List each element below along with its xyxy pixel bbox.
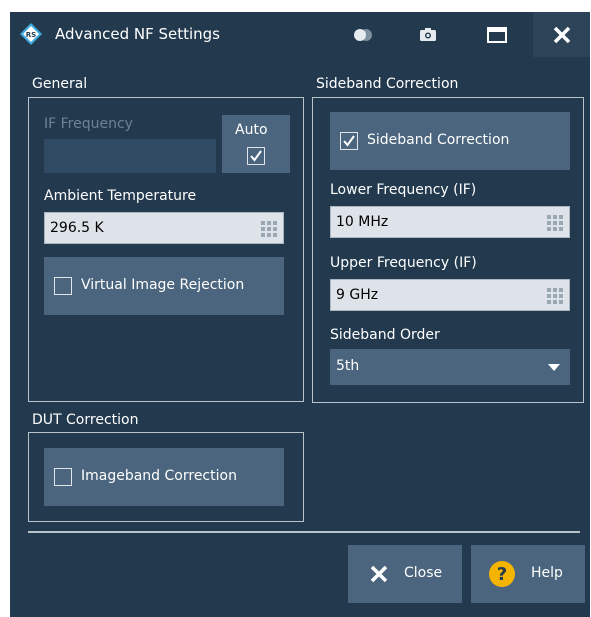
help-icon: ? <box>489 561 515 587</box>
virtual-image-rejection-checkbox[interactable] <box>54 277 72 295</box>
ambient-temperature-label: Ambient Temperature <box>44 188 197 204</box>
auto-label: Auto <box>235 122 268 138</box>
lower-frequency-label: Lower Frequency (IF) <box>330 182 477 198</box>
auto-toggle-button[interactable]: Auto <box>222 115 290 173</box>
chevron-down-icon <box>548 364 560 371</box>
keypad-icon[interactable] <box>547 288 563 304</box>
dut-section-label: DUT Correction <box>32 412 139 428</box>
general-section-label: General <box>32 76 88 92</box>
ambient-temperature-input[interactable]: 296.5 K <box>44 212 284 244</box>
if-frequency-label: IF Frequency <box>44 116 133 132</box>
keypad-icon[interactable] <box>261 221 277 237</box>
close-icon <box>370 565 388 583</box>
close-icon <box>553 26 570 43</box>
svg-text:RS: RS <box>26 31 36 39</box>
checkmark-icon <box>343 135 355 147</box>
sideband-order-select[interactable]: 5th <box>330 349 570 385</box>
toggle-icon <box>354 28 372 41</box>
sideband-section-label: Sideband Correction <box>316 76 459 92</box>
checkmark-icon <box>250 150 262 162</box>
help-button[interactable]: ? Help <box>471 545 585 603</box>
camera-icon <box>420 28 436 41</box>
footer-divider <box>28 531 580 533</box>
imageband-correction-label: Imageband Correction <box>81 468 237 484</box>
dialog-window: RS Advanced NF Settings General IF Frequ… <box>10 12 590 617</box>
maximize-button[interactable] <box>479 12 515 57</box>
sideband-order-value: 5th <box>336 358 360 374</box>
sideband-correction-label: Sideband Correction <box>367 132 510 148</box>
imageband-correction-checkbox[interactable] <box>54 468 72 486</box>
sideband-correction-button[interactable]: Sideband Correction <box>330 112 570 170</box>
sideband-order-label: Sideband Order <box>330 327 440 343</box>
if-frequency-field <box>44 139 216 173</box>
upper-frequency-input[interactable]: 9 GHz <box>330 279 570 311</box>
imageband-correction-button[interactable]: Imageband Correction <box>44 448 284 506</box>
lower-frequency-value: 10 MHz <box>336 214 389 230</box>
virtual-image-rejection-button[interactable]: Virtual Image Rejection <box>44 257 284 315</box>
sideband-correction-checkbox[interactable] <box>340 132 358 150</box>
title-bar[interactable]: RS Advanced NF Settings <box>10 12 590 57</box>
help-button-label: Help <box>531 565 563 581</box>
upper-frequency-value: 9 GHz <box>336 287 379 303</box>
virtual-image-rejection-label: Virtual Image Rejection <box>81 277 245 293</box>
svg-text:?: ? <box>497 564 507 585</box>
close-button-label: Close <box>404 565 443 581</box>
keypad-icon[interactable] <box>547 215 563 231</box>
maximize-icon <box>487 26 507 43</box>
ambient-temperature-value: 296.5 K <box>50 220 104 236</box>
rs-logo-icon: RS <box>20 23 42 45</box>
window-title: Advanced NF Settings <box>55 25 220 43</box>
upper-frequency-label: Upper Frequency (IF) <box>330 255 477 271</box>
lower-frequency-input[interactable]: 10 MHz <box>330 206 570 238</box>
close-button[interactable]: Close <box>348 545 462 603</box>
toggle-button[interactable] <box>345 12 381 57</box>
auto-checkbox[interactable] <box>247 147 265 165</box>
screenshot-button[interactable] <box>410 12 446 57</box>
title-close-button[interactable] <box>533 12 590 57</box>
